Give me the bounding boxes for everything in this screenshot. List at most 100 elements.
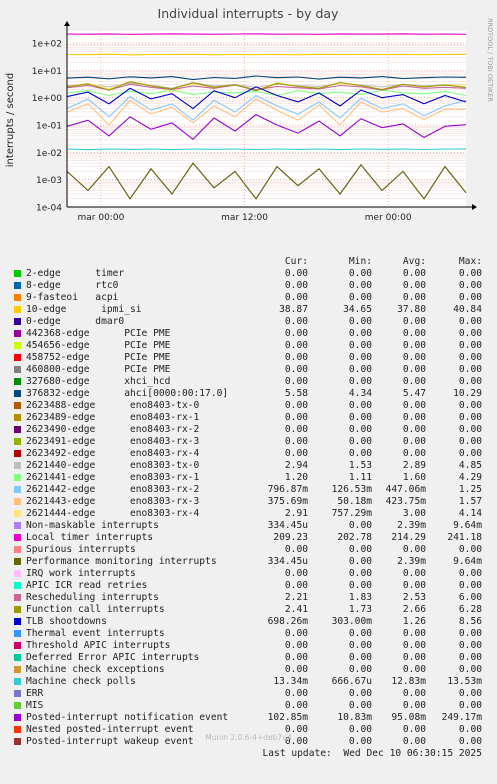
legend-label: Performance monitoring interrupts <box>26 556 217 567</box>
legend-avg: 1.26 <box>402 616 426 627</box>
legend-avg: 12.83m <box>391 676 426 687</box>
legend-label: 2621444-edge eno8303-rx-4 <box>26 508 200 519</box>
legend-row: Threshold APIC interrupts 0.00 0.00 0.00 0.0… <box>14 640 494 652</box>
legend-avg: 0.00 <box>402 700 426 711</box>
legend-min: 126.53m <box>331 484 372 495</box>
legend-row: Function call interrupts 2.41 1.73 2.66 6.28 <box>14 604 494 616</box>
legend-cur: 2.21 <box>284 592 308 603</box>
x-tick-label: mar 12:00 <box>221 213 268 223</box>
legend-label: 2623490-edge eno8403-rx-2 <box>26 424 200 435</box>
legend-min: 34.65 <box>343 304 372 315</box>
legend-avg: 214.29 <box>391 532 426 543</box>
legend-min: 0.00 <box>348 412 372 423</box>
legend-min: 0.00 <box>348 352 372 363</box>
legend-row: 458752-edge PCIe PME 0.00 0.00 0.00 0.00 <box>14 352 494 364</box>
legend-min: 666.67u <box>331 676 372 687</box>
legend-label: 9-fasteoi acpi <box>26 292 119 303</box>
legend-label: 460800-edge PCIe PME <box>26 364 171 375</box>
legend-cur: 698.26m <box>267 616 308 627</box>
legend-max: 4.85 <box>458 460 482 471</box>
legend-swatch <box>14 546 21 553</box>
legend-row: 2623491-edge eno8403-rx-3 0.00 0.00 0.00 0.0… <box>14 436 494 448</box>
legend-swatch <box>14 642 21 649</box>
legend-label: 2623489-edge eno8403-rx-1 <box>26 412 200 423</box>
legend-avg: 0.00 <box>402 568 426 579</box>
legend-label: APIC ICR read retries <box>26 580 148 591</box>
legend-label: Spurious interrupts <box>26 544 136 555</box>
legend-max: 40.84 <box>453 304 482 315</box>
legend-min: 0.00 <box>348 640 372 651</box>
legend-footer: Last update: Wed Dec 10 06:30:15 2025 <box>14 748 494 760</box>
legend-swatch <box>14 582 21 589</box>
legend-cur: 0.00 <box>284 352 308 363</box>
legend-avg: 2.39m <box>397 556 426 567</box>
legend-row: 442368-edge PCIe PME 0.00 0.00 0.00 0.00 <box>14 328 494 340</box>
legend-max: 6.28 <box>458 604 482 615</box>
legend-min: 0.00 <box>348 628 372 639</box>
legend-swatch <box>14 678 21 685</box>
legend-min: 0.00 <box>348 568 372 579</box>
legend-swatch <box>14 666 21 673</box>
y-tick-label: 1e+00 <box>32 94 63 104</box>
legend-max: 0.00 <box>458 640 482 651</box>
legend-avg: 0.00 <box>402 580 426 591</box>
legend-label: Deferred Error APIC interrupts <box>26 652 200 663</box>
series-line <box>66 53 467 56</box>
y-tick-label: 1e-02 <box>36 149 62 159</box>
legend-swatch <box>14 462 21 469</box>
legend-max: 249.17m <box>441 712 482 723</box>
legend-cur: 0.00 <box>284 628 308 639</box>
legend-min: 4.34 <box>348 388 372 399</box>
legend-avg: 0.00 <box>402 628 426 639</box>
legend-max: 0.00 <box>458 568 482 579</box>
legend-cur: 0.00 <box>284 268 308 279</box>
legend-cur: 209.23 <box>273 532 308 543</box>
x-tick-label: mer 00:00 <box>365 213 412 223</box>
legend-min: 0.00 <box>348 280 372 291</box>
legend-min: 0.00 <box>348 316 372 327</box>
legend-max: 9.64m <box>453 520 482 531</box>
legend-cur: 0.00 <box>284 544 308 555</box>
legend-row: 2623489-edge eno8403-rx-1 0.00 0.00 0.00 0.0… <box>14 412 494 424</box>
legend-row: 2621442-edge eno8303-rx-2 796.87m 126.53m 4… <box>14 484 494 496</box>
legend-cur: 0.00 <box>284 664 308 675</box>
legend-avg: 2.53 <box>402 592 426 603</box>
legend-label: 458752-edge PCIe PME <box>26 352 171 363</box>
legend-avg: 1.60 <box>402 472 426 483</box>
legend-swatch <box>14 378 21 385</box>
legend-cur: 796.87m <box>267 484 308 495</box>
legend-swatch <box>14 354 21 361</box>
y-tick-labels: 1e+02 1e+01 1e+00 1e-01 1e-02 1e-03 1e-04 <box>32 40 63 214</box>
x-tick-labels: mar 00:00 mar 12:00 mer 00:00 <box>78 213 412 223</box>
legend-swatch <box>14 486 21 493</box>
legend-max: 0.00 <box>458 580 482 591</box>
legend-max: 8.56 <box>458 616 482 627</box>
legend-label: 454656-edge PCIe PME <box>26 340 171 351</box>
legend-max: 4.14 <box>458 508 482 519</box>
legend-swatch <box>14 330 21 337</box>
legend-avg: 0.00 <box>402 400 426 411</box>
legend-avg: 2.66 <box>402 604 426 615</box>
header-avg: Avg: <box>402 256 426 267</box>
legend-max: 0.00 <box>458 436 482 447</box>
legend-max: 0.00 <box>458 628 482 639</box>
legend-avg: 0.00 <box>402 424 426 435</box>
legend-label: 327680-edge xhci_hcd <box>26 376 171 387</box>
legend-row: 376832-edge ahci[0000:00:17.0] 5.58 4.34 5.… <box>14 388 494 400</box>
legend-min: 0.00 <box>348 700 372 711</box>
legend-min: 0.00 <box>348 544 372 555</box>
legend-label: 8-edge rtc0 <box>26 280 119 291</box>
legend-cur: 334.45u <box>267 520 308 531</box>
chart-title: Individual interrupts - by day <box>158 6 340 21</box>
legend-cur: 38.87 <box>279 304 308 315</box>
legend-cur: 0.00 <box>284 652 308 663</box>
y-tick-label: 1e-03 <box>36 176 62 186</box>
legend-min: 0.00 <box>348 364 372 375</box>
legend-label: 442368-edge PCIe PME <box>26 328 171 339</box>
legend-label: Posted-interrupt notification event <box>26 712 229 723</box>
legend-avg: 0.00 <box>402 664 426 675</box>
legend-swatch <box>14 474 21 481</box>
legend-label: 2623491-edge eno8403-rx-3 <box>26 436 200 447</box>
legend-label: ERR <box>26 688 44 699</box>
legend-avg: 0.00 <box>402 412 426 423</box>
